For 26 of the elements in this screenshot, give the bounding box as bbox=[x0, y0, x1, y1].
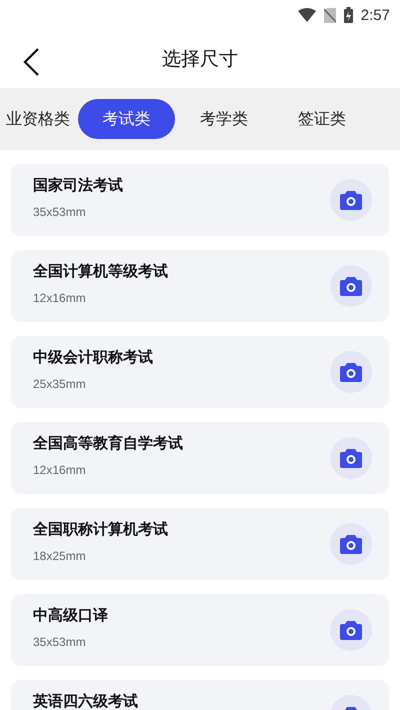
photo-size: 25x35mm bbox=[33, 377, 87, 391]
page-title: 选择尺寸 bbox=[162, 47, 238, 72]
photo-size: 18x25mm bbox=[33, 549, 87, 563]
photo-size: 35x53mm bbox=[33, 205, 87, 219]
category-tab[interactable]: 考学类 bbox=[175, 99, 273, 139]
size-card[interactable]: 英语四六级考试 bbox=[11, 680, 389, 710]
category-tab[interactable]: 业资格类 bbox=[6, 99, 70, 139]
exam-name: 全国职称计算机考试 bbox=[33, 520, 169, 539]
photo-size: 12x16mm bbox=[33, 463, 87, 477]
photo-size: 12x16mm bbox=[33, 291, 87, 305]
size-card[interactable]: 全国高等教育自学考试 12x16mm bbox=[11, 422, 389, 494]
photo-size: 35x53mm bbox=[33, 635, 87, 649]
exam-name: 国家司法考试 bbox=[33, 176, 124, 195]
exam-name: 中级会计职称考试 bbox=[33, 348, 154, 367]
size-card[interactable]: 中级会计职称考试 25x35mm bbox=[11, 336, 389, 408]
status-time: 2:57 bbox=[360, 6, 390, 24]
size-card[interactable]: 全国计算机等级考试 12x16mm bbox=[11, 250, 389, 322]
exam-name: 全国计算机等级考试 bbox=[33, 262, 169, 281]
category-tab[interactable]: 签证类 bbox=[273, 99, 371, 139]
category-tab[interactable]: 考试类 bbox=[78, 99, 175, 139]
size-card[interactable]: 全国职称计算机考试 18x25mm bbox=[11, 508, 389, 580]
exam-name: 中高级口译 bbox=[33, 606, 109, 625]
exam-name: 全国高等教育自学考试 bbox=[33, 434, 184, 453]
size-card[interactable]: 国家司法考试 35x53mm bbox=[11, 164, 389, 236]
size-card[interactable]: 中高级口译 35x53mm bbox=[11, 594, 389, 666]
exam-name: 英语四六级考试 bbox=[33, 692, 139, 710]
